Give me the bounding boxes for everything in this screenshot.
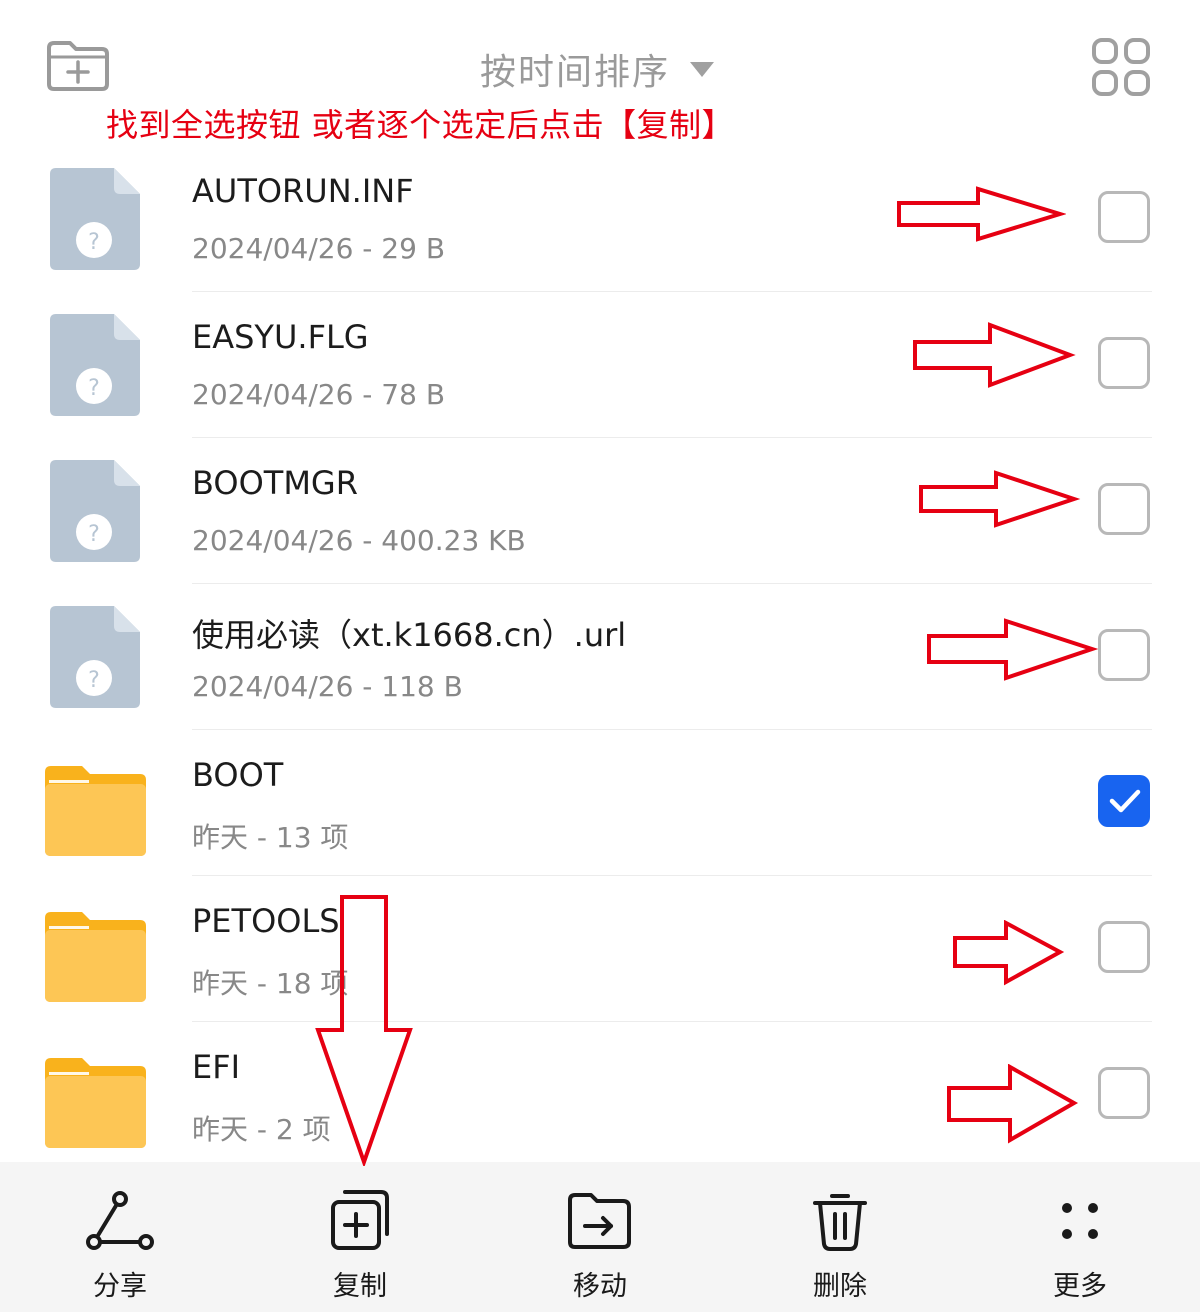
row-checkbox[interactable] [1098,191,1150,243]
file-meta: 2024/04/26 - 29 B [192,232,446,265]
row-checkbox[interactable] [1098,483,1150,535]
folder-icon [45,912,146,1002]
file-row[interactable]: PETOOLS 昨天 - 18 项 [0,876,1200,1022]
more-dots-icon [1062,1203,1098,1239]
copy-button[interactable]: 复制 [240,1162,480,1312]
file-name: BOOT [192,756,284,794]
annotation-arrow-right-icon [913,322,1076,388]
file-row[interactable]: ? 使用必读（xt.k1668.cn）.url 2024/04/26 - 118… [0,584,1200,730]
file-meta: 昨天 - 13 项 [192,821,349,854]
file-name: 使用必读（xt.k1668.cn）.url [192,616,627,654]
annotation-arrow-right-icon [927,618,1098,681]
svg-text:?: ? [88,668,100,693]
row-checkbox[interactable] [1098,1067,1150,1119]
unknown-file-icon: ? [50,460,140,562]
file-row[interactable]: ? EASYU.FLG 2024/04/26 - 78 B [0,292,1200,438]
file-list: ? AUTORUN.INF 2024/04/26 - 29 B ? EASYU.… [0,146,1200,1162]
annotation-arrow-right-icon [947,1064,1079,1144]
bottom-action-toolbar: 分享 复制 移动 删除 更多 [0,1162,1200,1312]
copy-label: 复制 [333,1271,387,1302]
move-label: 移动 [573,1271,627,1302]
copy-add-icon [331,1190,389,1250]
instruction-annotation: 找到全选按钮 或者逐个选定后点击【复制】 [106,106,735,144]
view-toggle-button[interactable] [1090,36,1152,98]
svg-text:?: ? [88,522,100,547]
file-name: BOOTMGR [192,464,358,502]
unknown-file-icon: ? [50,168,140,270]
svg-text:?: ? [88,230,100,255]
new-folder-button[interactable] [44,38,112,94]
row-checkbox-checked[interactable] [1098,775,1150,827]
move-folder-icon [568,1193,631,1249]
row-checkbox[interactable] [1098,921,1150,973]
unknown-file-icon: ? [50,314,140,416]
trash-icon [813,1194,867,1251]
file-row[interactable]: ? BOOTMGR 2024/04/26 - 400.23 KB [0,438,1200,584]
file-meta: 昨天 - 18 项 [192,967,349,1000]
file-meta: 2024/04/26 - 78 B [192,378,446,411]
row-checkbox[interactable] [1098,337,1150,389]
share-label: 分享 [93,1271,147,1302]
more-label: 更多 [1053,1271,1107,1302]
file-name: EFI [192,1048,241,1086]
sort-dropdown[interactable]: 按时间排序 [480,44,715,94]
file-name: AUTORUN.INF [192,172,414,210]
share-button[interactable]: 分享 [0,1162,240,1312]
file-row[interactable]: BOOT 昨天 - 13 项 [0,730,1200,876]
folder-plus-icon [47,41,109,91]
svg-text:?: ? [88,376,100,401]
delete-button[interactable]: 删除 [720,1162,960,1312]
move-button[interactable]: 移动 [480,1162,720,1312]
annotation-arrow-right-icon [953,920,1065,986]
file-meta: 昨天 - 2 项 [192,1113,331,1146]
folder-icon [45,766,146,856]
delete-label: 删除 [813,1271,867,1302]
file-row[interactable]: ? AUTORUN.INF 2024/04/26 - 29 B [0,146,1200,292]
unknown-file-icon: ? [50,606,140,708]
caret-down-icon [690,61,715,77]
file-row[interactable]: EFI 昨天 - 2 项 [0,1022,1200,1162]
file-name: PETOOLS [192,902,340,940]
app-header: 按时间排序 找到全选按钮 或者逐个选定后点击【复制】 [0,0,1200,150]
sort-label: 按时间排序 [480,52,671,93]
more-button[interactable]: 更多 [960,1162,1200,1312]
file-name: EASYU.FLG [192,318,369,356]
checkmark-icon [1109,789,1141,813]
annotation-arrow-right-icon [919,470,1081,528]
annotation-arrow-right-icon [897,186,1066,242]
file-meta: 2024/04/26 - 118 B [192,670,463,703]
grid-view-icon [1092,38,1150,96]
file-meta: 2024/04/26 - 400.23 KB [192,524,526,557]
share-icon [86,1191,154,1250]
row-checkbox[interactable] [1098,629,1150,681]
folder-icon [45,1058,146,1148]
